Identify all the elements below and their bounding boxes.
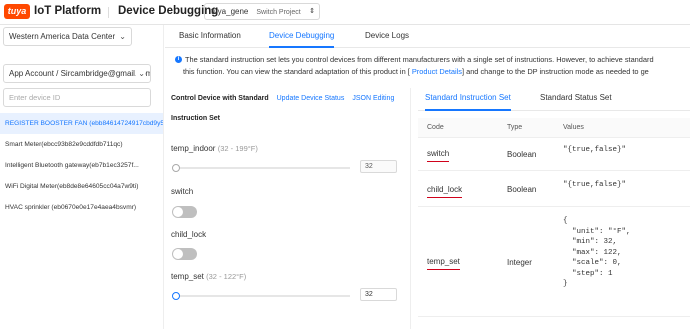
notice-line-1: The standard instruction set lets you co…	[185, 55, 654, 64]
row-values: "{true,false}"	[563, 146, 627, 154]
field-name: temp_indoor	[171, 144, 216, 153]
row-code: temp_set	[427, 257, 460, 270]
row-code: switch	[427, 149, 450, 162]
row-values: "{true,false}"	[563, 181, 627, 189]
field-range: (32 - 199°F)	[217, 144, 258, 153]
standard-panel: Standard Instruction Set Standard Status…	[418, 88, 690, 329]
divider	[108, 7, 109, 18]
table-row: temp_set Integer { "unit": "°F", "min": …	[418, 207, 690, 317]
tuya-logo: tuya	[4, 4, 30, 19]
sort-arrows-icon: ⇕	[309, 8, 315, 15]
tab-standard-instruction-set[interactable]: Standard Instruction Set	[425, 88, 511, 111]
project-select[interactable]: tuya_gene Switch Project ⇕	[204, 3, 320, 20]
field-name: temp_set	[171, 272, 204, 281]
device-item-register-booster-fan[interactable]: REGISTER BOOSTER FAN (ebb84614724917cbd9…	[0, 113, 163, 134]
json-editing-link[interactable]: JSON Editing	[352, 95, 394, 102]
column-values: Values	[563, 124, 584, 131]
table-row: switch Boolean "{true,false}"	[418, 138, 690, 171]
notice-text: this function. You can view the standard…	[183, 67, 412, 76]
row-values: { "unit": "°F", "min": 32, "max": 122, "…	[563, 217, 631, 288]
row-type: Integer	[507, 258, 532, 267]
chevron-down-icon: ⌄	[136, 65, 145, 82]
switch-label: switch	[171, 187, 194, 196]
temp-indoor-label: temp_indoor (32 - 199°F)	[171, 144, 258, 153]
device-item-wifi-digital-meter[interactable]: WiFi Digital Meter(eb8de8e64605cc04a7w9t…	[0, 176, 163, 197]
account-select[interactable]: App Account / Sircambridge@gmail.com ⌄	[3, 64, 151, 83]
field-range: (32 - 122°F)	[206, 272, 247, 281]
device-item-bluetooth-gateway[interactable]: Intelligent Bluetooth gateway(eb7b1ec325…	[0, 155, 163, 176]
slider-handle[interactable]	[172, 164, 180, 172]
temp-set-label: temp_set (32 - 122°F)	[171, 272, 246, 281]
tab-device-logs[interactable]: Device Logs	[365, 25, 409, 48]
standard-tabs: Standard Instruction Set Standard Status…	[418, 88, 690, 111]
column-code: Code	[427, 124, 444, 131]
table-row: child_lock Boolean "{true,false}"	[418, 171, 690, 207]
data-center-value: Western America Data Center	[9, 32, 116, 41]
chevron-down-icon: ⌄	[119, 32, 126, 41]
table-header: Code Type Values	[418, 118, 690, 138]
temp-set-slider[interactable]	[172, 292, 350, 300]
row-type: Boolean	[507, 185, 537, 194]
child-lock-label: child_lock	[171, 230, 207, 239]
account-value: App Account / Sircambridge@gmail.com	[9, 69, 151, 78]
child-lock-toggle[interactable]	[172, 248, 197, 260]
device-item-smart-meter[interactable]: Smart Meter(ebcc93b82e9cddfdb711qc)	[0, 134, 163, 155]
control-panel: Control Device with Standard Update Devic…	[165, 88, 411, 329]
column-type: Type	[507, 124, 523, 131]
project-name: tuya_gene	[211, 7, 249, 16]
slider-handle[interactable]	[172, 292, 180, 300]
tab-device-debugging[interactable]: Device Debugging	[269, 25, 335, 48]
tab-basic-information[interactable]: Basic Information	[179, 25, 241, 48]
project-type: Switch Project	[256, 9, 301, 16]
switch-toggle[interactable]	[172, 206, 197, 218]
temp-set-input[interactable]: 32	[360, 288, 397, 301]
device-list: REGISTER BOOSTER FAN (ebb84614724917cbd9…	[0, 113, 163, 218]
temp-indoor-input[interactable]: 32	[360, 160, 397, 173]
toggle-knob	[173, 207, 183, 217]
row-type: Boolean	[507, 150, 537, 159]
device-id-search-input[interactable]	[3, 88, 151, 107]
notice-text: ] and change to the DP instruction mode …	[461, 67, 649, 76]
main-tabs: Basic Information Device Debugging Devic…	[165, 25, 690, 48]
temp-indoor-slider[interactable]	[172, 164, 350, 172]
info-icon: i	[175, 56, 182, 63]
tab-standard-status-set[interactable]: Standard Status Set	[540, 88, 612, 111]
device-item-hvac-sprinkler[interactable]: HVAC sprinkler (eb0670e0e17e4aea4bsvmr)	[0, 197, 163, 218]
update-device-status-link[interactable]: Update Device Status	[277, 95, 345, 102]
control-header: Control Device with Standard Update Devic…	[171, 95, 394, 102]
control-title: Control Device with Standard	[171, 95, 269, 102]
top-bar: tuya IoT Platform Device Debugging tuya_…	[0, 0, 690, 25]
notice-line-2: this function. You can view the standard…	[175, 66, 690, 78]
product-details-link[interactable]: Product Details	[412, 67, 462, 76]
instruction-set-label: Instruction Set	[171, 115, 221, 122]
platform-title: IoT Platform	[34, 5, 102, 17]
device-sidebar: Western America Data Center ⌄ App Accoun…	[0, 25, 164, 329]
info-notice: i The standard instruction set lets you …	[175, 54, 690, 78]
toggle-knob	[173, 249, 183, 259]
row-code: child_lock	[427, 185, 463, 198]
data-center-select[interactable]: Western America Data Center ⌄	[3, 27, 132, 46]
